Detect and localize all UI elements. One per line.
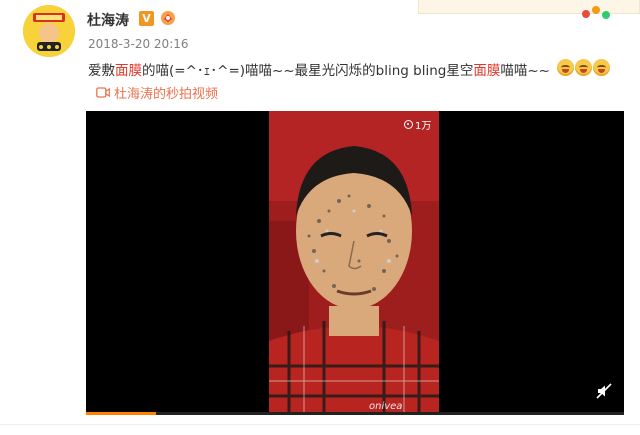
speaker-muted-icon[interactable] — [596, 383, 612, 399]
divider — [0, 424, 640, 425]
laughing-emoji-icon — [593, 59, 610, 76]
video-progress-fill — [86, 412, 156, 415]
video-camera-icon — [96, 87, 110, 98]
banner-decoration-icon — [582, 6, 610, 19]
view-counter: 1万 — [404, 117, 431, 132]
topic-keyword[interactable]: 面膜 — [115, 63, 142, 79]
fan-level-icon — [161, 11, 175, 25]
eye-icon — [404, 120, 413, 129]
video-link[interactable]: 杜海涛的秒拍视频 — [96, 83, 218, 102]
laughing-emoji-icon — [575, 59, 592, 76]
verified-badge-icon: V — [139, 11, 154, 26]
laughing-emoji-icon — [557, 59, 574, 76]
video-still-image: onivea — [269, 111, 439, 415]
video-frame: onivea — [269, 111, 439, 415]
post-text-part: 喵喵~~ — [500, 63, 550, 79]
video-link-label: 杜海涛的秒拍视频 — [114, 87, 219, 102]
topic-keyword[interactable]: 面膜 — [473, 63, 500, 79]
post-text-part: 的喵(=^･ｪ･^=)喵喵~~最星光闪烁的bling bling星空 — [142, 63, 474, 79]
avatar[interactable] — [23, 5, 75, 57]
avatar-image — [23, 5, 75, 57]
post-text-part: 爱敷 — [88, 63, 115, 79]
video-progress-bar[interactable] — [86, 412, 624, 415]
post-timestamp[interactable]: 2018-3-20 20:16 — [88, 37, 189, 51]
post-text: 爱敷面膜的喵(=^･ｪ･^=)喵喵~~最星光闪烁的bling bling星空面膜… — [88, 59, 550, 79]
video-player[interactable]: onivea 1万 — [86, 111, 624, 415]
username[interactable]: 杜海涛 — [87, 10, 129, 30]
shirt-print: onivea — [369, 401, 402, 412]
view-count-label: 1万 — [415, 121, 432, 132]
emoji-row — [557, 59, 610, 76]
